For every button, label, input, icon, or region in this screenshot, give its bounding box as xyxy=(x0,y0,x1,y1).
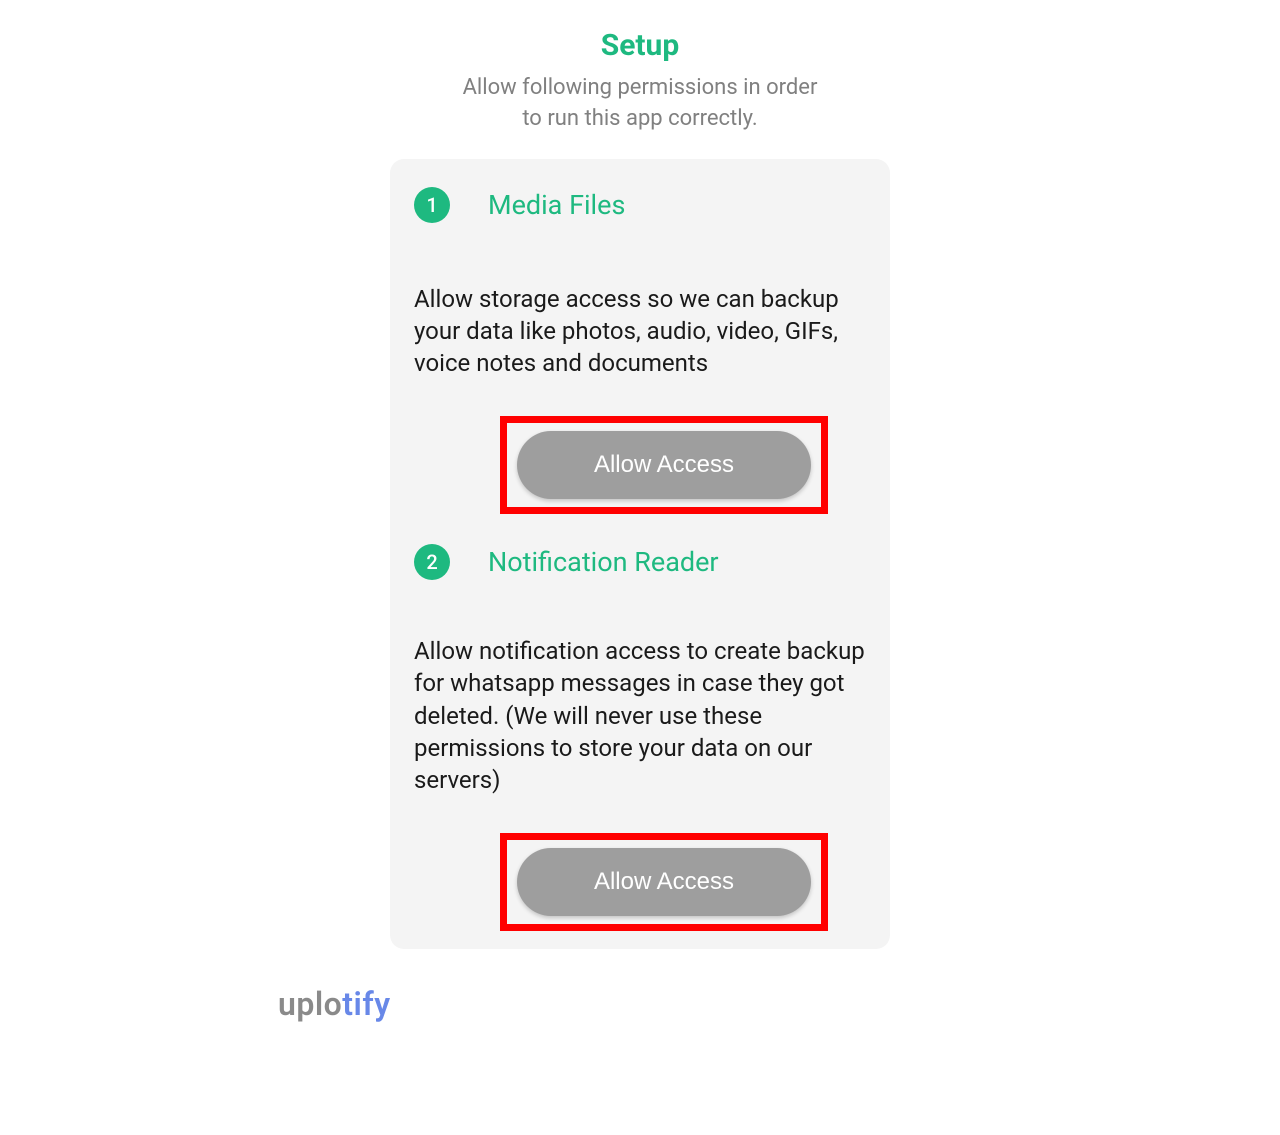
allow-access-notification-button[interactable]: Allow Access xyxy=(517,848,811,916)
highlight-box-2: Allow Access xyxy=(500,833,828,931)
permission-media-files: 1 Media Files Allow storage access so we… xyxy=(414,187,866,514)
watermark-part-1: uplo xyxy=(278,985,342,1023)
section-title-media: Media Files xyxy=(488,189,625,221)
highlight-box-1: Allow Access xyxy=(500,416,828,514)
permissions-card: 1 Media Files Allow storage access so we… xyxy=(390,159,890,949)
section-header-media: 1 Media Files xyxy=(414,187,866,223)
section-header-notification: 2 Notification Reader xyxy=(414,544,866,580)
page-subtitle: Allow following permissions in order to … xyxy=(440,73,840,135)
section-description-media: Allow storage access so we can backup yo… xyxy=(414,283,866,380)
step-badge-1: 1 xyxy=(414,187,450,223)
permission-notification-reader: 2 Notification Reader Allow notification… xyxy=(414,544,866,931)
page-title: Setup xyxy=(440,28,840,63)
step-badge-2: 2 xyxy=(414,544,450,580)
header: Setup Allow following permissions in ord… xyxy=(440,28,840,135)
section-title-notification: Notification Reader xyxy=(488,546,719,578)
allow-access-media-button[interactable]: Allow Access xyxy=(517,431,811,499)
watermark-part-2: tify xyxy=(342,985,390,1023)
watermark: uplotify xyxy=(278,985,391,1023)
section-description-notification: Allow notification access to create back… xyxy=(414,635,866,797)
